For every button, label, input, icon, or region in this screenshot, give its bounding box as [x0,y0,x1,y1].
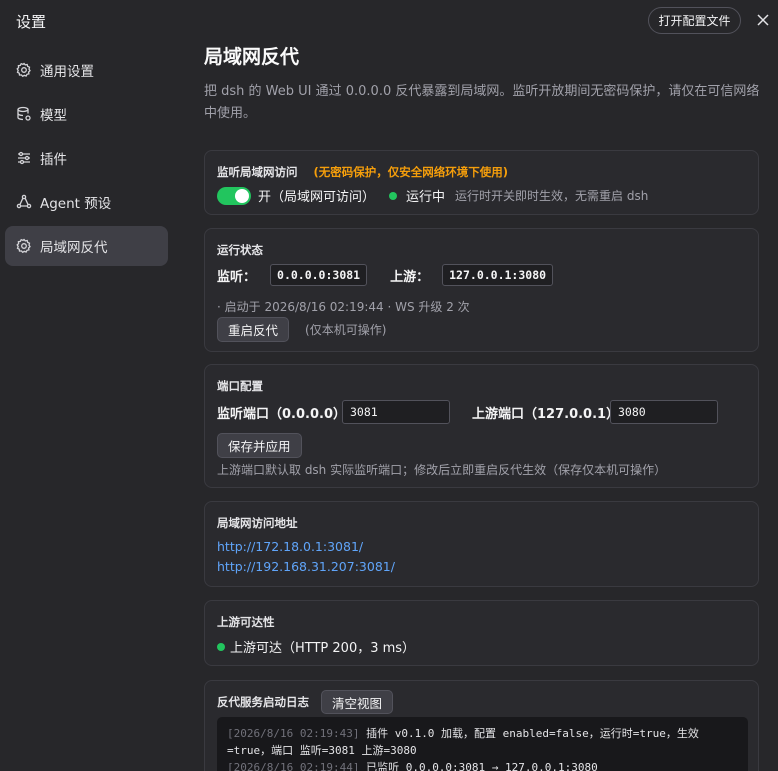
card-title: 反代服务启动日志 [217,695,309,709]
gear-icon [16,238,31,254]
no-password-warning: (无密码保护，仅安全网络环境下使用) [313,165,509,179]
card-title: 监听局域网访问 (无密码保护，仅安全网络环境下使用) [217,165,509,179]
log-line: [2026/8/16 02:19:43] 插件 v0.1.0 加载，配置 ena… [227,727,699,757]
reachable-status-dot [217,642,225,651]
open-config-button[interactable]: 打开配置文件 [648,7,741,34]
sidebar-item-plugins[interactable]: 插件 [5,138,168,178]
listen-address: 0.0.0.0:3081 [270,264,368,286]
sidebar-item-label: 插件 [40,152,67,168]
port-config-card: 端口配置 监听端口（0.0.0.0） 3081 上游端口（127.0.0.1） … [204,364,759,488]
upstream-label: 上游： [390,269,430,285]
restart-note: (仅本机可操作) [305,323,387,337]
sidebar-item-lan-proxy[interactable]: 局域网反代 [5,226,168,266]
upstream-port-input[interactable]: 3080 [610,400,718,424]
toggle-label: 开（局域网可访问） [258,190,376,205]
reachability-card: 上游可达性 上游可达（HTTP 200，3 ms） [204,600,759,666]
restart-proxy-button[interactable]: 重启反代 [217,317,290,342]
sidebar-item-models[interactable]: 模型 [5,94,168,134]
card-title: 局域网访问地址 [217,516,298,530]
gear-icon [16,62,31,78]
app-title: 设置 [16,13,47,31]
lan-addresses-card: 局域网访问地址 http://172.18.0.1:3081/ http://1… [204,501,759,587]
close-icon[interactable] [756,13,770,27]
lan-address-link[interactable]: http://192.168.31.207:3081/ [217,559,395,574]
listen-port-label: 监听端口（0.0.0.0） [217,406,346,422]
clear-view-button[interactable]: 清空视图 [321,690,394,714]
sidebar-item-label: 局域网反代 [40,240,108,256]
running-status-dot [389,191,398,200]
started-info: · 启动于 2026/8/16 02:19:44 · WS 升级 2 次 [217,300,470,314]
upstream-port-label: 上游端口（127.0.0.1） [472,406,620,422]
card-title: 上游可达性 [217,615,275,629]
reachability-status: 上游可达（HTTP 200，3 ms） [230,641,416,656]
sidebar-item-label: 模型 [40,108,67,124]
model-icon [17,106,31,121]
port-note: 上游端口默认取 dsh 实际监听端口；修改后立即重启反代生效（保存仅本机可操作） [217,463,667,477]
log-line: [2026/8/16 02:19:44] 已监听 0.0.0.0:3081 → … [227,761,598,771]
startup-log-card: 反代服务启动日志 清空视图 [2026/8/16 02:19:43] 插件 v0… [204,680,759,771]
listen-label: 监听： [217,269,257,285]
sidebar-item-general[interactable]: 通用设置 [5,50,168,90]
page-title: 局域网反代 [204,46,300,68]
running-status-label: 运行中 [406,190,446,205]
card-title: 端口配置 [217,379,263,393]
save-apply-button[interactable]: 保存并应用 [217,433,302,458]
sidebar-item-label: 通用设置 [40,64,94,80]
sidebar: 设置 通用设置 模型 插件 Agent 预设 局域网反代 [0,0,180,771]
log-output: [2026/8/16 02:19:43] 插件 v0.1.0 加载，配置 ena… [217,717,748,771]
runtime-status-card: 运行状态 监听： 0.0.0.0:3081 上游： 127.0.0.1:3080… [204,228,759,352]
toggle-hint: 运行时开关即时生效，无需重启 dsh [455,189,649,203]
upstream-address: 127.0.0.1:3080 [442,264,554,286]
agent-icon [16,194,32,209]
sidebar-item-agent-presets[interactable]: Agent 预设 [5,182,168,222]
page-description: 把 dsh 的 Web UI 通过 0.0.0.0 反代暴露到局域网。监听开放期… [204,84,760,121]
sidebar-item-label: Agent 预设 [40,196,112,212]
listen-port-input[interactable]: 3081 [342,400,450,424]
card-title: 运行状态 [217,243,263,257]
lan-access-card: 监听局域网访问 (无密码保护，仅安全网络环境下使用) 开（局域网可访问） 运行中… [204,150,759,215]
sliders-icon [18,151,30,165]
lan-address-link[interactable]: http://172.18.0.1:3081/ [217,539,363,554]
lan-access-toggle[interactable] [217,186,251,205]
